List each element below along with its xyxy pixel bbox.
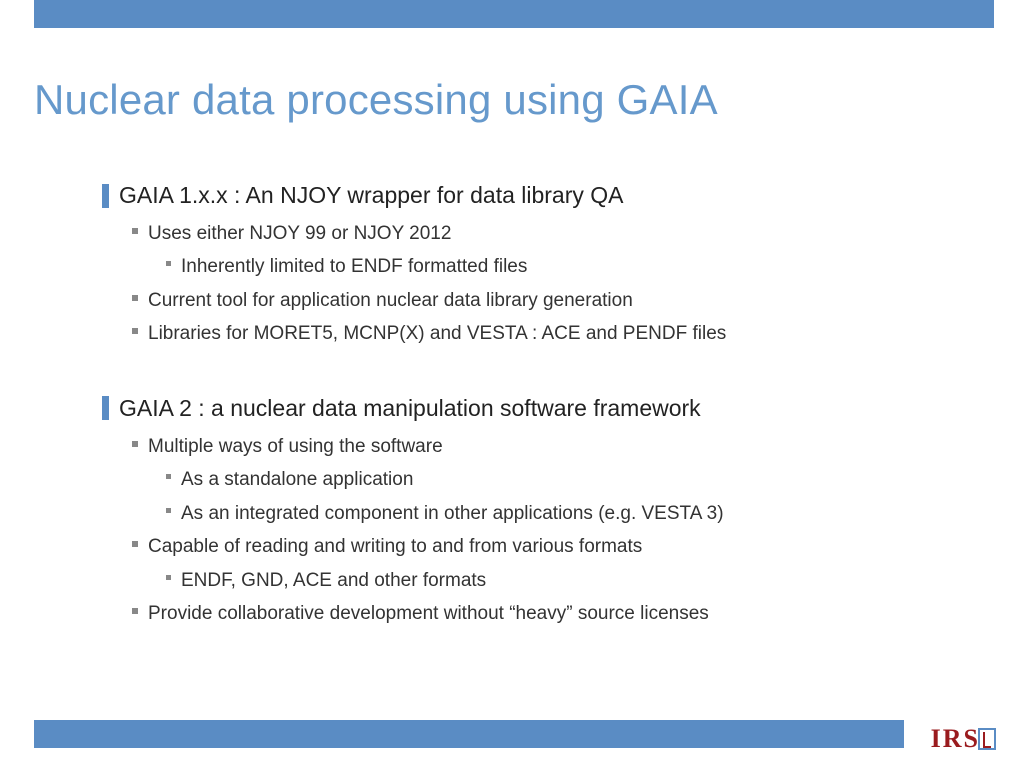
bullet-item: Provide collaborative development withou… bbox=[132, 599, 942, 628]
square-bullet-icon bbox=[132, 608, 138, 614]
section-gaia-2: GAIA 2 : a nuclear data manipulation sof… bbox=[102, 395, 942, 629]
section-gaia-1: GAIA 1.x.x : An NJOY wrapper for data li… bbox=[102, 182, 942, 349]
square-bullet-icon bbox=[132, 541, 138, 547]
square-bullet-icon bbox=[132, 228, 138, 234]
square-bullet-icon bbox=[166, 474, 171, 479]
square-bullet-icon bbox=[132, 441, 138, 447]
bullet-text: Capable of reading and writing to and fr… bbox=[148, 532, 642, 561]
top-accent-bar bbox=[34, 0, 994, 28]
bullet-item: Capable of reading and writing to and fr… bbox=[132, 532, 942, 561]
section-heading: GAIA 1.x.x : An NJOY wrapper for data li… bbox=[102, 182, 942, 209]
slide: Nuclear data processing using GAIA GAIA … bbox=[0, 0, 1024, 768]
heading-bar-icon bbox=[102, 184, 109, 208]
bullet-text: Libraries for MORET5, MCNP(X) and VESTA … bbox=[148, 319, 726, 348]
heading-text: GAIA 2 : a nuclear data manipulation sof… bbox=[119, 395, 701, 422]
square-bullet-icon bbox=[166, 575, 171, 580]
irsn-logo: IRS bbox=[931, 724, 996, 754]
bullet-text: Provide collaborative development withou… bbox=[148, 599, 709, 628]
content-area: GAIA 1.x.x : An NJOY wrapper for data li… bbox=[102, 182, 942, 674]
section-heading: GAIA 2 : a nuclear data manipulation sof… bbox=[102, 395, 942, 422]
bullet-text: Current tool for application nuclear dat… bbox=[148, 286, 633, 315]
sub-bullet-item: Inherently limited to ENDF formatted fil… bbox=[166, 252, 942, 281]
sub-bullet-item: ENDF, GND, ACE and other formats bbox=[166, 566, 942, 595]
sub-bullet-item: As a standalone application bbox=[166, 465, 942, 494]
bullet-item: Libraries for MORET5, MCNP(X) and VESTA … bbox=[132, 319, 942, 348]
sub-bullet-text: ENDF, GND, ACE and other formats bbox=[181, 566, 486, 595]
bullet-item: Uses either NJOY 99 or NJOY 2012 bbox=[132, 219, 942, 248]
square-bullet-icon bbox=[132, 295, 138, 301]
bullet-item: Multiple ways of using the software bbox=[132, 432, 942, 461]
square-bullet-icon bbox=[132, 328, 138, 334]
sub-bullet-text: Inherently limited to ENDF formatted fil… bbox=[181, 252, 527, 281]
square-bullet-icon bbox=[166, 508, 171, 513]
bullet-text: Multiple ways of using the software bbox=[148, 432, 443, 461]
slide-title: Nuclear data processing using GAIA bbox=[34, 76, 718, 124]
bullet-item: Current tool for application nuclear dat… bbox=[132, 286, 942, 315]
bullet-text: Uses either NJOY 99 or NJOY 2012 bbox=[148, 219, 451, 248]
square-bullet-icon bbox=[166, 261, 171, 266]
logo-box-icon bbox=[978, 728, 996, 750]
bottom-accent-bar bbox=[34, 720, 904, 748]
logo-text: IRS bbox=[931, 724, 980, 753]
sub-bullet-text: As an integrated component in other appl… bbox=[181, 499, 724, 528]
heading-bar-icon bbox=[102, 396, 109, 420]
sub-bullet-item: As an integrated component in other appl… bbox=[166, 499, 942, 528]
sub-bullet-text: As a standalone application bbox=[181, 465, 413, 494]
heading-text: GAIA 1.x.x : An NJOY wrapper for data li… bbox=[119, 182, 624, 209]
